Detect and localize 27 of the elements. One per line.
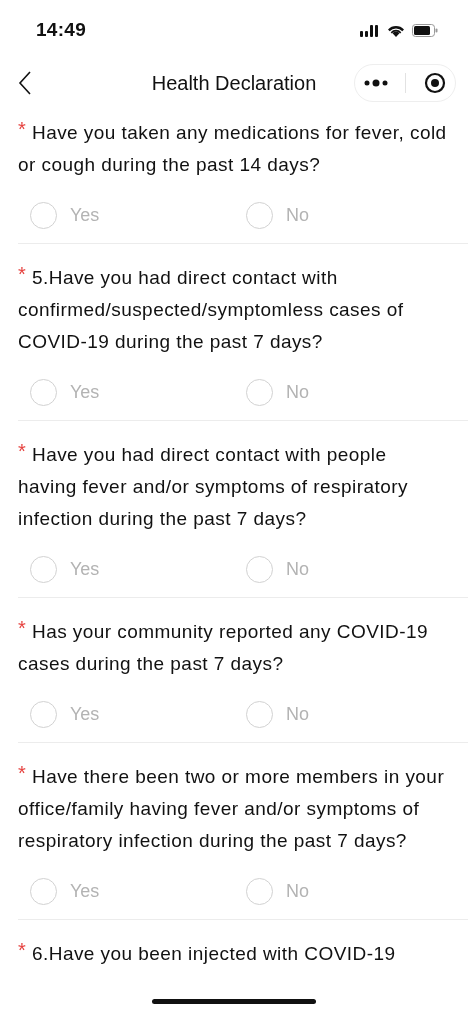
radio-option[interactable]: No <box>234 877 450 905</box>
signal-icon <box>360 23 380 37</box>
radio-option[interactable]: Yes <box>18 700 234 728</box>
radio-option[interactable]: Yes <box>18 201 234 229</box>
battery-icon <box>412 23 438 37</box>
radio-icon[interactable] <box>246 555 273 583</box>
radio-option[interactable]: Yes <box>18 877 234 905</box>
radio-option[interactable]: No <box>234 378 450 406</box>
radio-icon[interactable] <box>30 700 57 728</box>
page-title: Health Declaration <box>151 71 317 95</box>
more-button[interactable] <box>363 79 388 87</box>
radio-icon[interactable] <box>246 201 273 229</box>
radio-icon[interactable] <box>246 378 273 406</box>
radio-option[interactable]: No <box>234 700 450 728</box>
radio-option[interactable]: Yes <box>18 378 234 406</box>
radio-option[interactable]: Yes <box>18 555 234 583</box>
status-time: 14:49 <box>36 19 87 41</box>
radio-icon[interactable] <box>246 877 273 905</box>
radio-icon[interactable] <box>246 700 273 728</box>
radio-icon[interactable] <box>30 555 57 583</box>
radio-icon[interactable] <box>30 877 57 905</box>
radio-option[interactable]: No <box>234 555 450 583</box>
radio-option[interactable]: No <box>234 201 450 229</box>
radio-icon[interactable] <box>30 378 57 406</box>
wifi-icon <box>387 23 405 37</box>
radio-icon[interactable] <box>30 201 57 229</box>
close-button[interactable] <box>424 72 447 94</box>
